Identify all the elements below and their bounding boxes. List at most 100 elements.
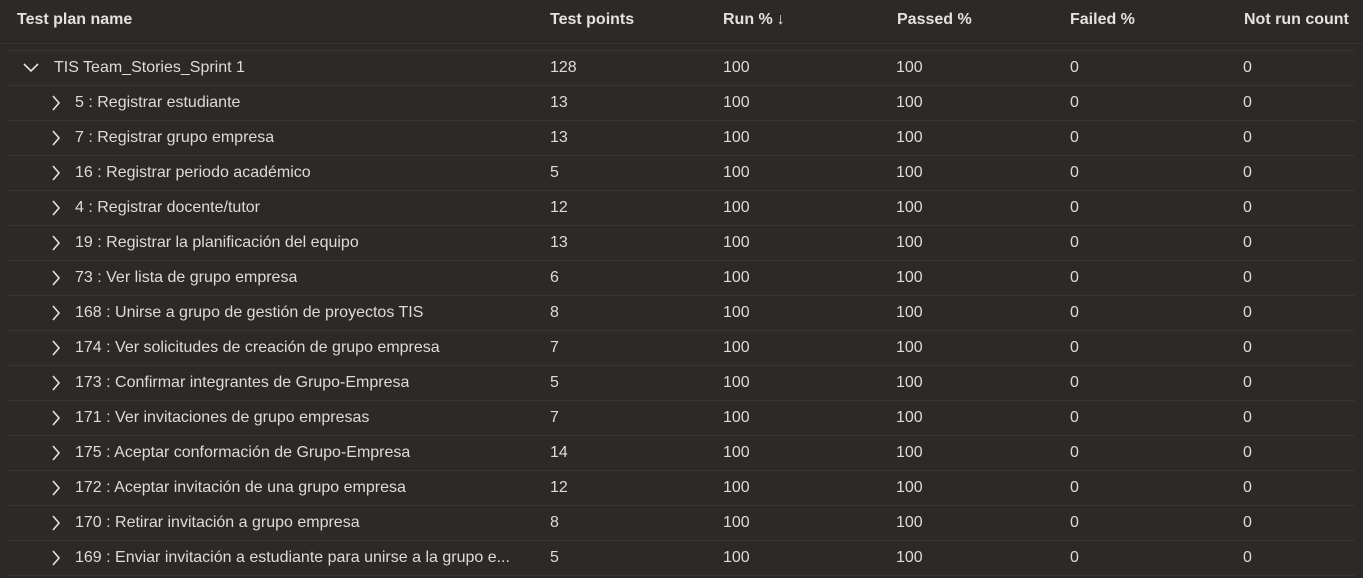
chevron-down-icon[interactable] bbox=[22, 57, 40, 79]
test-plan-name[interactable]: TIS Team_Stories_Sprint 1 bbox=[54, 59, 245, 77]
chevron-right-icon[interactable] bbox=[47, 267, 65, 289]
run-percent-value: 100 bbox=[723, 409, 750, 426]
chevron-right-icon[interactable] bbox=[47, 92, 65, 114]
tree-row[interactable]: 172 : Aceptar invitación de una grupo em… bbox=[8, 471, 1355, 506]
test-points-value: 13 bbox=[550, 94, 568, 111]
run-percent-value: 100 bbox=[723, 444, 750, 461]
passed-percent-value: 100 bbox=[896, 444, 923, 461]
passed-percent-value: 100 bbox=[896, 234, 923, 251]
failed-percent-value: 0 bbox=[1070, 374, 1079, 391]
test-plan-name[interactable]: 168 : Unirse a grupo de gestión de proye… bbox=[75, 304, 423, 322]
column-header-test-plan-name[interactable]: Test plan name bbox=[17, 11, 132, 29]
chevron-right-icon[interactable] bbox=[47, 337, 65, 359]
tree-row[interactable]: 5 : Registrar estudiante 13 100 100 0 0 bbox=[8, 86, 1355, 121]
passed-percent-value: 100 bbox=[896, 549, 923, 566]
tree-row[interactable]: 7 : Registrar grupo empresa 13 100 100 0 0 bbox=[8, 121, 1355, 156]
run-percent-value: 100 bbox=[723, 234, 750, 251]
column-header-label: Test plan name bbox=[17, 11, 133, 28]
run-percent-value: 100 bbox=[723, 269, 750, 286]
test-plan-name[interactable]: 19 : Registrar la planificación del equi… bbox=[75, 234, 359, 252]
not-run-count-value: 0 bbox=[1243, 129, 1252, 146]
test-plan-name[interactable]: 174 : Ver solicitudes de creación de gru… bbox=[75, 339, 440, 357]
column-header-passed-percent[interactable]: Passed % bbox=[897, 11, 972, 29]
not-run-count-value: 0 bbox=[1243, 304, 1252, 321]
column-header-not-run-count[interactable]: Not run count bbox=[1244, 11, 1349, 29]
tree-row[interactable]: 4 : Registrar docente/tutor 12 100 100 0 0 bbox=[8, 191, 1355, 226]
not-run-count-value: 0 bbox=[1243, 479, 1252, 496]
test-plan-name[interactable]: 16 : Registrar periodo académico bbox=[75, 164, 311, 182]
not-run-count-value: 0 bbox=[1243, 94, 1252, 111]
test-plan-grid: Test plan name Test points Run % ↓ Passed… bbox=[0, 0, 1363, 576]
tree-row[interactable]: 16 : Registrar periodo académico 5 100 100 0… bbox=[8, 156, 1355, 191]
not-run-count-value: 0 bbox=[1243, 234, 1252, 251]
test-plan-name[interactable]: 175 : Aceptar conformación de Grupo-Empr… bbox=[75, 444, 410, 462]
test-plan-name[interactable]: 7 : Registrar grupo empresa bbox=[75, 129, 274, 147]
test-points-value: 128 bbox=[550, 59, 577, 76]
run-percent-value: 100 bbox=[723, 199, 750, 216]
tree-row[interactable]: 171 : Ver invitaciones de grupo empresas… bbox=[8, 401, 1355, 436]
chevron-right-icon[interactable] bbox=[47, 477, 65, 499]
passed-percent-value: 100 bbox=[896, 199, 923, 216]
chevron-right-icon[interactable] bbox=[47, 197, 65, 219]
test-points-value: 14 bbox=[550, 444, 568, 461]
run-percent-value: 100 bbox=[723, 94, 750, 111]
chevron-right-icon[interactable] bbox=[47, 442, 65, 464]
tree-row[interactable]: 174 : Ver solicitudes de creación de gru… bbox=[8, 331, 1355, 366]
tree-row[interactable]: 173 : Confirmar integrantes de Grupo-Emp… bbox=[8, 366, 1355, 401]
tree-row[interactable]: 73 : Ver lista de grupo empresa 6 100 100 0 0 bbox=[8, 261, 1355, 296]
not-run-count-value: 0 bbox=[1243, 409, 1252, 426]
passed-percent-value: 100 bbox=[896, 94, 923, 111]
column-header-label: Passed % bbox=[897, 11, 972, 28]
passed-percent-value: 100 bbox=[896, 164, 923, 181]
chevron-right-icon[interactable] bbox=[47, 407, 65, 429]
test-points-value: 12 bbox=[550, 199, 568, 216]
not-run-count-value: 0 bbox=[1243, 269, 1252, 286]
chevron-right-icon[interactable] bbox=[47, 127, 65, 149]
test-points-value: 5 bbox=[550, 549, 559, 566]
column-header-label: Run % bbox=[723, 11, 773, 28]
not-run-count-value: 0 bbox=[1243, 374, 1252, 391]
test-plan-name[interactable]: 172 : Aceptar invitación de una grupo em… bbox=[75, 479, 406, 497]
test-points-value: 5 bbox=[550, 374, 559, 391]
column-header-test-points[interactable]: Test points bbox=[550, 11, 634, 29]
passed-percent-value: 100 bbox=[896, 269, 923, 286]
not-run-count-value: 0 bbox=[1243, 339, 1252, 356]
test-plan-name[interactable]: 171 : Ver invitaciones de grupo empresas bbox=[75, 409, 369, 427]
chevron-right-icon[interactable] bbox=[47, 547, 65, 569]
test-plan-name[interactable]: 173 : Confirmar integrantes de Grupo-Emp… bbox=[75, 374, 409, 392]
run-percent-value: 100 bbox=[723, 59, 750, 76]
tree-row[interactable]: 170 : Retirar invitación a grupo empresa… bbox=[8, 506, 1355, 541]
chevron-right-icon[interactable] bbox=[47, 232, 65, 254]
chevron-right-icon[interactable] bbox=[47, 372, 65, 394]
chevron-right-icon[interactable] bbox=[47, 512, 65, 534]
tree-row-parent[interactable]: TIS Team_Stories_Sprint 1 128 100 100 0 0 bbox=[8, 50, 1355, 86]
test-plan-name[interactable]: 169 : Enviar invitación a estudiante par… bbox=[75, 549, 510, 567]
test-plan-name[interactable]: 5 : Registrar estudiante bbox=[75, 94, 240, 112]
failed-percent-value: 0 bbox=[1070, 409, 1079, 426]
tree-row[interactable]: 19 : Registrar la planificación del equi… bbox=[8, 226, 1355, 261]
passed-percent-value: 100 bbox=[896, 59, 923, 76]
column-header-run-percent[interactable]: Run % ↓ bbox=[723, 11, 785, 29]
failed-percent-value: 0 bbox=[1070, 339, 1079, 356]
run-percent-value: 100 bbox=[723, 339, 750, 356]
chevron-right-icon[interactable] bbox=[47, 302, 65, 324]
not-run-count-value: 0 bbox=[1243, 514, 1252, 531]
column-header-failed-percent[interactable]: Failed % bbox=[1070, 11, 1135, 29]
failed-percent-value: 0 bbox=[1070, 234, 1079, 251]
test-plan-name[interactable]: 4 : Registrar docente/tutor bbox=[75, 199, 260, 217]
passed-percent-value: 100 bbox=[896, 409, 923, 426]
chevron-right-icon[interactable] bbox=[47, 162, 65, 184]
tree-row[interactable]: 175 : Aceptar conformación de Grupo-Empr… bbox=[8, 436, 1355, 471]
test-plan-name[interactable]: 170 : Retirar invitación a grupo empresa bbox=[75, 514, 360, 532]
passed-percent-value: 100 bbox=[896, 339, 923, 356]
test-points-value: 8 bbox=[550, 304, 559, 321]
test-points-value: 6 bbox=[550, 269, 559, 286]
failed-percent-value: 0 bbox=[1070, 479, 1079, 496]
tree-row[interactable]: 169 : Enviar invitación a estudiante par… bbox=[8, 541, 1355, 576]
test-points-value: 13 bbox=[550, 129, 568, 146]
not-run-count-value: 0 bbox=[1243, 199, 1252, 216]
test-plan-name[interactable]: 73 : Ver lista de grupo empresa bbox=[75, 269, 297, 287]
tree-row[interactable]: 168 : Unirse a grupo de gestión de proye… bbox=[8, 296, 1355, 331]
not-run-count-value: 0 bbox=[1243, 164, 1252, 181]
not-run-count-value: 0 bbox=[1243, 549, 1252, 566]
